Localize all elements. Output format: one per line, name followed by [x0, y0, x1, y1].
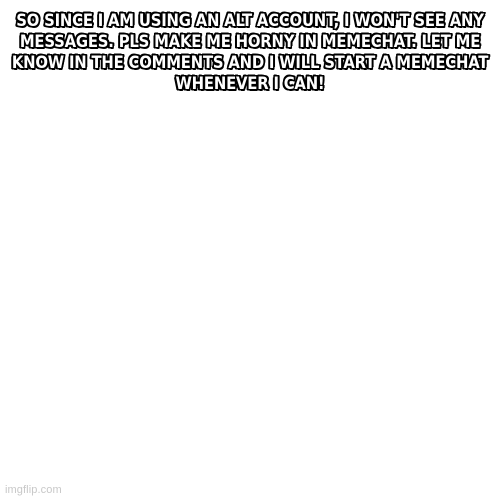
meme-canvas: SO SINCE I AM USING AN ALT ACCOUNT, I WO… [0, 0, 500, 500]
meme-top-caption: SO SINCE I AM USING AN ALT ACCOUNT, I WO… [11, 11, 489, 93]
imgflip-watermark: imgflip.com [5, 484, 62, 496]
